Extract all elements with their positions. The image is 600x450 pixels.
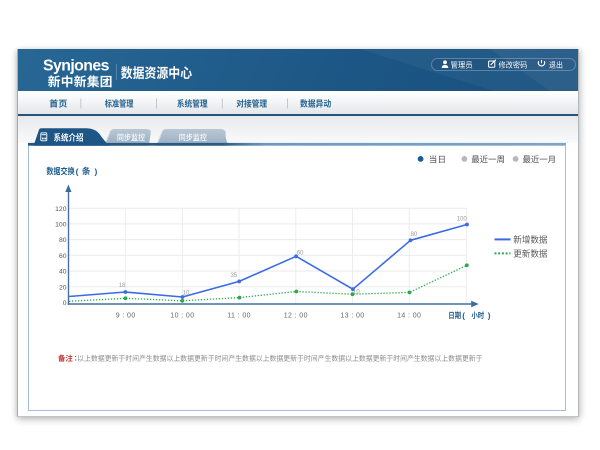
svg-text:80: 80 [411, 232, 418, 238]
svg-text:10: 10 [183, 290, 190, 296]
svg-text::: : [74, 354, 77, 363]
svg-text:9 : 00: 9 : 00 [116, 313, 136, 320]
svg-text:(: ( [462, 311, 465, 320]
svg-text:35: 35 [230, 273, 237, 279]
svg-text:80: 80 [59, 237, 67, 244]
svg-text:18: 18 [119, 283, 126, 289]
svg-text:10 : 00: 10 : 00 [170, 313, 194, 320]
svg-text:12 : 00: 12 : 00 [284, 313, 308, 320]
svg-text:14 : 00: 14 : 00 [397, 313, 421, 320]
svg-text:40: 40 [59, 269, 67, 276]
svg-text:Synjones: Synjones [43, 58, 110, 75]
svg-text:60: 60 [297, 250, 304, 256]
svg-text:10: 10 [353, 290, 360, 296]
svg-text:): ) [95, 166, 98, 176]
svg-text:11 : 00: 11 : 00 [227, 313, 251, 320]
svg-text:0: 0 [63, 300, 67, 307]
svg-text:100: 100 [457, 216, 468, 222]
svg-text:120: 120 [55, 206, 67, 213]
svg-text:13 : 00: 13 : 00 [340, 313, 364, 320]
svg-text:(: ( [76, 166, 79, 176]
svg-text:60: 60 [59, 253, 67, 260]
svg-text:20: 20 [59, 284, 67, 291]
svg-text:): ) [488, 311, 491, 320]
svg-text:100: 100 [55, 222, 67, 229]
